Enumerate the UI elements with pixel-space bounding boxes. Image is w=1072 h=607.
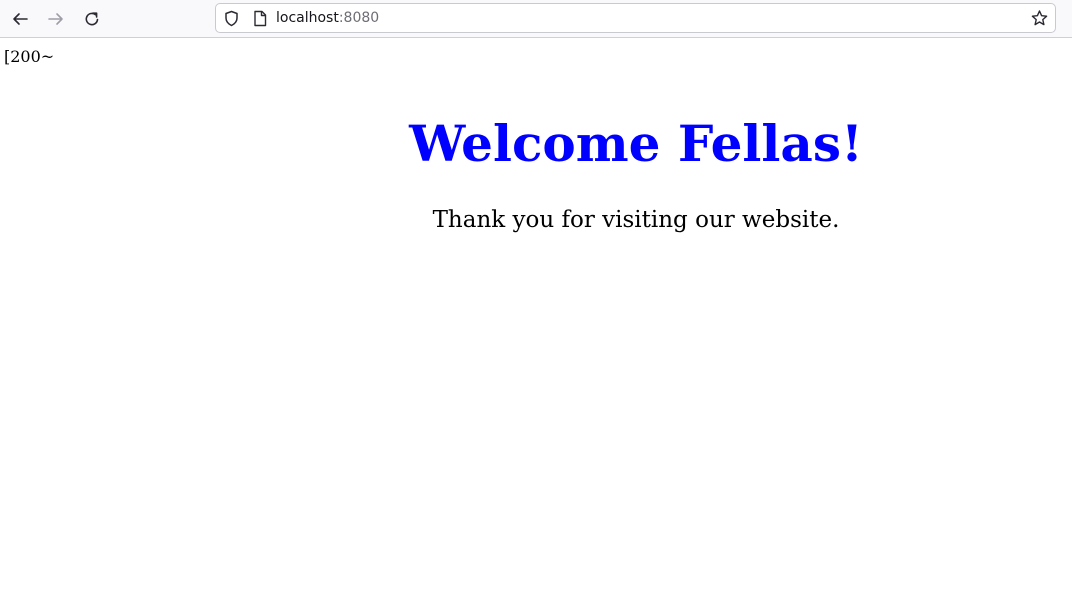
reload-icon [85, 12, 99, 26]
url-host: localhost [276, 10, 339, 26]
stray-text: [200~ [4, 47, 55, 66]
page-content: [200~ Welcome Fellas! Thank you for visi… [0, 39, 1072, 607]
shield-icon[interactable] [223, 10, 240, 27]
url-text[interactable]: localhost:8080 [276, 10, 379, 27]
welcome-message: Thank you for visiting our website. [432, 207, 840, 233]
address-bar[interactable]: localhost:8080 [215, 3, 1056, 33]
url-port: :8080 [338, 10, 380, 26]
browser-toolbar: localhost:8080 [0, 0, 1072, 38]
content-wrapper: [200~ Welcome Fellas! Thank you for visi… [0, 39, 1072, 607]
forward-button[interactable] [42, 5, 70, 33]
back-button[interactable] [6, 5, 34, 33]
back-arrow-icon [13, 13, 28, 25]
forward-arrow-icon [48, 13, 63, 25]
page-icon [254, 10, 267, 27]
star-icon[interactable] [1030, 9, 1049, 28]
page-heading: Welcome Fellas! [409, 114, 863, 173]
reload-button[interactable] [78, 5, 106, 33]
